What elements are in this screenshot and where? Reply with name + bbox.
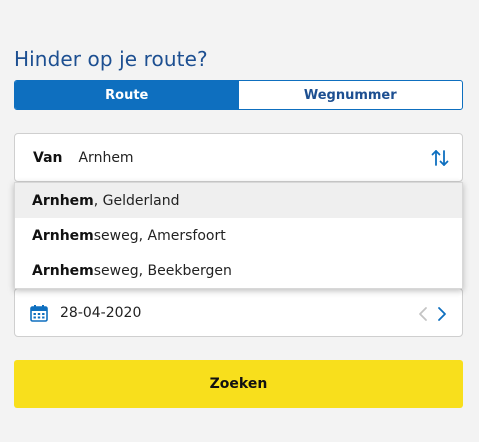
from-label: Van <box>33 149 63 166</box>
suggestion-rest: , Gelderland <box>93 192 180 209</box>
suggestion-item[interactable]: Arnhem seweg, Beekbergen <box>15 253 462 288</box>
chevron-right-icon[interactable] <box>437 306 447 322</box>
route-mode-tabs: Route Wegnummer <box>14 80 463 110</box>
suggestion-match: Arnhem <box>32 192 94 209</box>
date-value: 28-04-2020 <box>60 304 142 321</box>
from-field: Van <box>14 133 463 182</box>
suggestion-match: Arnhem <box>32 227 94 244</box>
suggestion-item[interactable]: Arnhem seweg, Amersfoort <box>15 218 462 253</box>
suggestion-rest: seweg, Beekbergen <box>93 262 232 279</box>
page-title: Hinder op je route? <box>14 47 208 72</box>
tab-route[interactable]: Route <box>15 81 239 109</box>
suggestion-rest: seweg, Amersfoort <box>93 227 226 244</box>
tab-wegnummer[interactable]: Wegnummer <box>239 81 463 109</box>
from-input[interactable] <box>76 148 401 167</box>
suggestion-match: Arnhem <box>32 262 94 279</box>
date-field[interactable]: 28-04-2020 <box>14 288 463 337</box>
search-button[interactable]: Zoeken <box>14 360 463 408</box>
swap-arrows-icon[interactable] <box>430 148 450 168</box>
chevron-left-icon[interactable] <box>418 306 428 322</box>
calendar-icon[interactable] <box>30 304 48 322</box>
suggestion-item[interactable]: Arnhem, Gelderland <box>15 183 462 218</box>
suggestion-list: Arnhem, Gelderland Arnhem seweg, Amersfoo… <box>14 182 463 289</box>
